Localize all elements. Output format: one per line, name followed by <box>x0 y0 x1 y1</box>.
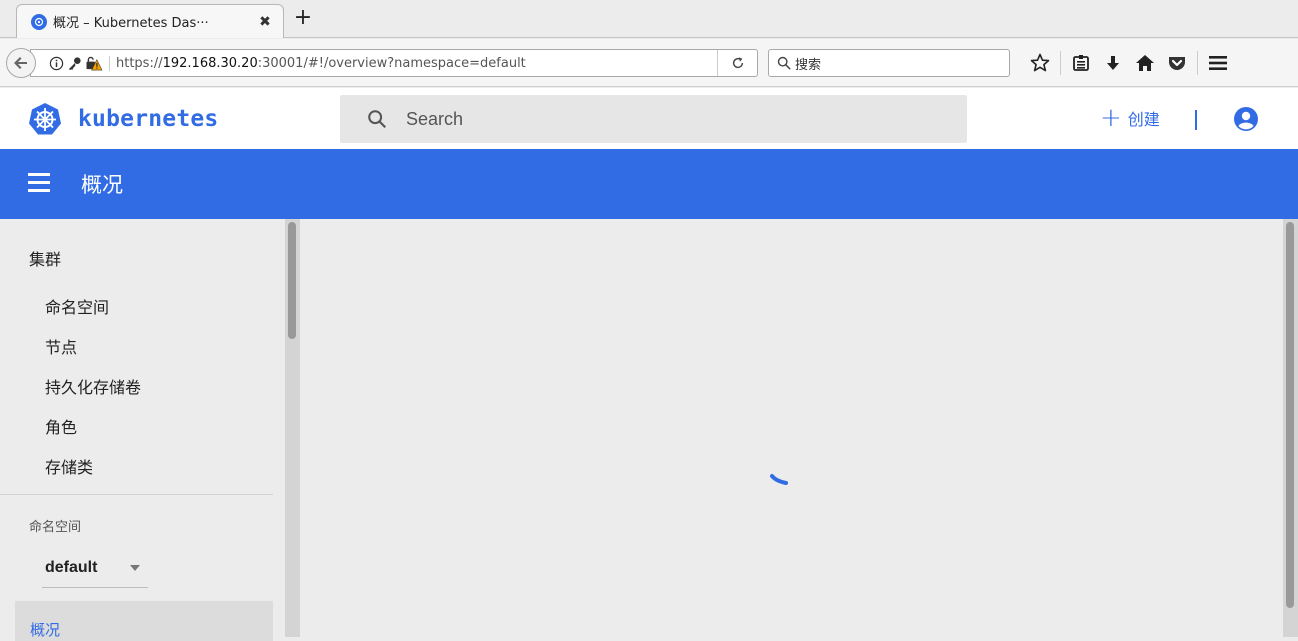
plus-icon: + <box>1100 103 1122 133</box>
tab-title: 概况 – Kubernetes Das··· <box>53 16 209 31</box>
sidebar-item-nodes[interactable]: 节点 <box>45 334 77 358</box>
kubernetes-logo[interactable]: kubernetes <box>28 102 218 136</box>
search-input[interactable] <box>406 108 926 130</box>
namespace-select[interactable]: default <box>42 549 148 588</box>
browser-search-input[interactable]: 搜索 <box>768 49 1010 77</box>
sidebar-item-overview[interactable]: 概况 <box>15 601 273 641</box>
sidebar-heading-cluster[interactable]: 集群 <box>29 246 61 270</box>
browser-search-placeholder: 搜索 <box>795 57 822 73</box>
loading-spinner-icon <box>770 474 788 485</box>
reload-icon[interactable] <box>717 50 757 76</box>
brand-name: kubernetes <box>78 106 219 132</box>
page-toolbar: 概况 <box>0 149 1298 219</box>
hamburger-menu-icon[interactable] <box>1202 49 1234 77</box>
hamburger-icon[interactable] <box>28 173 54 195</box>
browser-nav-bar: https://192.168.30.20:30001/#!/overview?… <box>0 39 1298 87</box>
kubernetes-favicon-icon <box>31 13 47 30</box>
page-title: 概况 <box>81 173 123 197</box>
home-icon[interactable] <box>1129 49 1161 77</box>
sidebar-item-persistent-volumes[interactable]: 持久化存储卷 <box>45 374 141 398</box>
namespace-value: default <box>45 559 98 576</box>
search-field[interactable] <box>340 95 967 143</box>
main-scrollbar-thumb[interactable] <box>1286 222 1294 608</box>
reading-list-icon[interactable] <box>1065 49 1097 77</box>
caret-down-icon <box>130 565 140 571</box>
browser-tab[interactable]: 概况 – Kubernetes Das··· ✖ <box>16 4 284 38</box>
app-header: kubernetes + 创建 <box>0 88 1298 149</box>
namespace-label: 命名空间 <box>29 520 82 535</box>
sidebar-item-storage-classes[interactable]: 存储类 <box>45 454 93 478</box>
create-button[interactable]: + 创建 <box>1100 103 1160 133</box>
tab-close-icon[interactable]: ✖ <box>257 14 273 30</box>
header-divider <box>1195 110 1197 130</box>
url-security-icons[interactable] <box>49 56 103 71</box>
new-tab-button[interactable]: + <box>292 6 314 32</box>
sidebar-scrollbar-thumb[interactable] <box>288 222 296 339</box>
back-button[interactable] <box>6 48 36 78</box>
create-label: 创建 <box>1127 110 1160 129</box>
sidebar-divider <box>0 494 273 495</box>
arrow-left-icon <box>14 57 27 69</box>
search-icon <box>777 56 791 70</box>
key-icon <box>68 56 81 70</box>
info-icon[interactable] <box>49 56 64 71</box>
insecure-lock-warning-icon <box>86 56 103 70</box>
url-bar[interactable]: https://192.168.30.20:30001/#!/overview?… <box>30 49 758 77</box>
main-content <box>300 219 1283 637</box>
toolbar-separator <box>1060 51 1061 75</box>
browser-toolbar-icons <box>1024 49 1234 77</box>
download-icon[interactable] <box>1097 49 1129 77</box>
sidebar: 集群 命名空间 节点 持久化存储卷 角色 存储类 命名空间 default 概况 <box>0 219 285 641</box>
sidebar-item-roles[interactable]: 角色 <box>45 414 77 438</box>
sidebar-item-namespaces[interactable]: 命名空间 <box>45 294 109 318</box>
toolbar-separator <box>1197 51 1198 75</box>
search-icon <box>368 110 387 129</box>
account-circle-icon[interactable] <box>1233 106 1259 132</box>
browser-tab-strip: 概况 – Kubernetes Das··· ✖ + <box>0 0 1298 38</box>
kubernetes-helm-icon <box>29 103 61 135</box>
bookmark-star-icon[interactable] <box>1024 49 1056 77</box>
url-text[interactable]: https://192.168.30.20:30001/#!/overview?… <box>109 55 526 71</box>
pocket-icon[interactable] <box>1161 49 1193 77</box>
